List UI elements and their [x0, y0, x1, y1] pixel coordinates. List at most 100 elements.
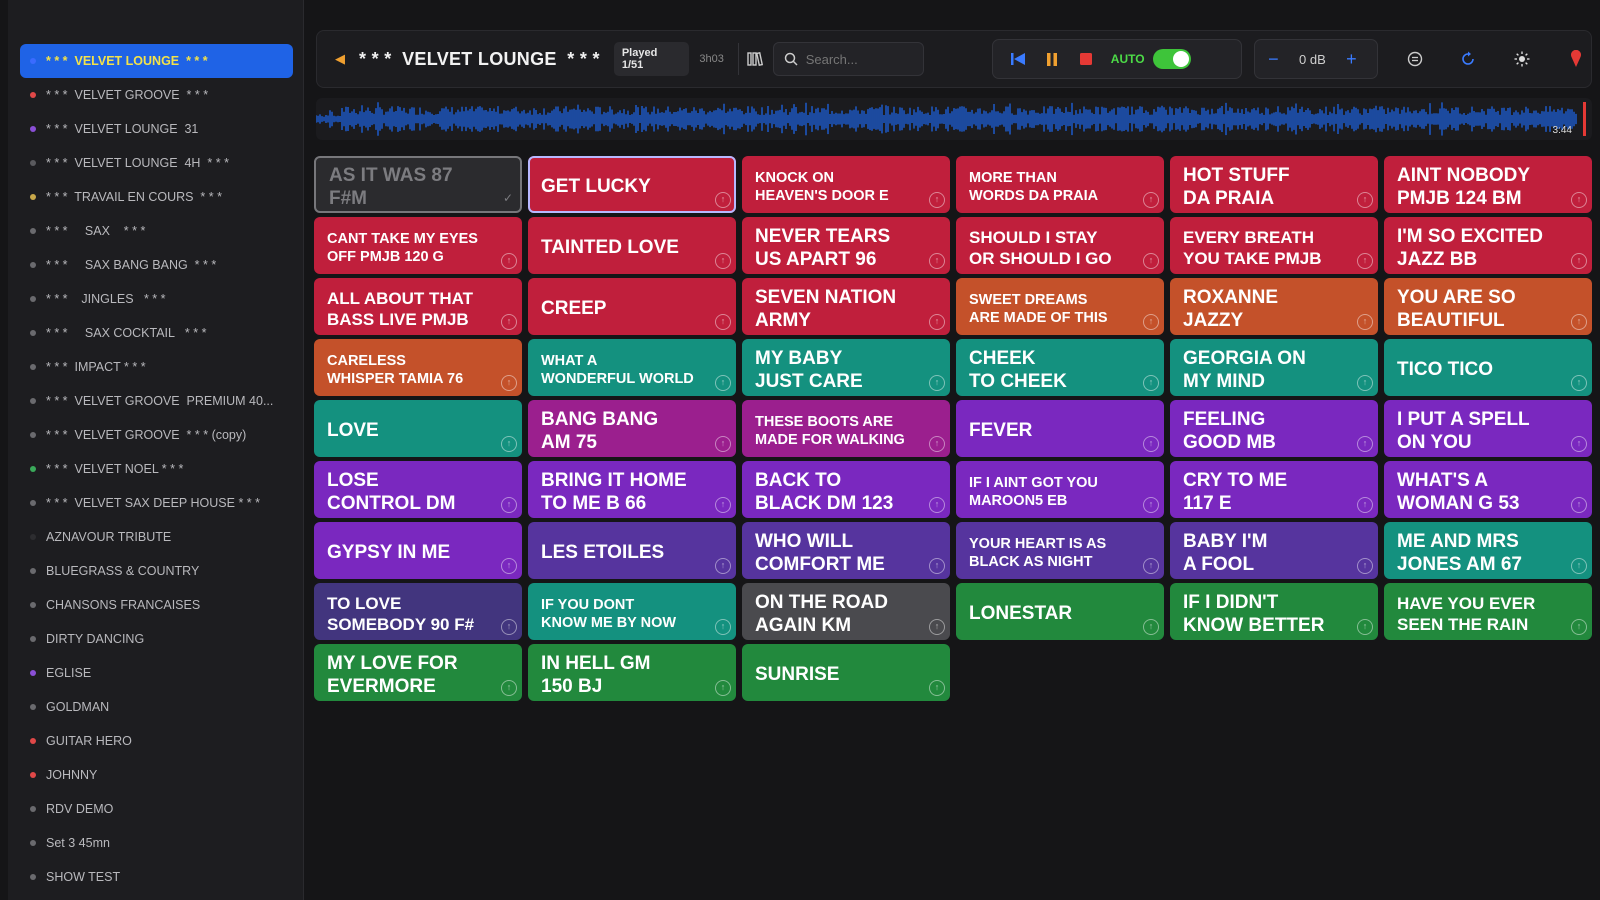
upload-icon[interactable]: ↑: [1143, 253, 1159, 269]
upload-icon[interactable]: ↑: [715, 558, 731, 574]
track-tile[interactable]: MORE THAN WORDS DA PRAIA ↑: [956, 156, 1164, 213]
upload-icon[interactable]: ↑: [1571, 436, 1587, 452]
upload-icon[interactable]: ↑: [929, 619, 945, 635]
track-tile[interactable]: GYPSY IN ME ↑: [314, 522, 522, 579]
track-tile[interactable]: SWEET DREAMS ARE MADE OF THIS ↑: [956, 278, 1164, 335]
upload-icon[interactable]: ↑: [1357, 192, 1373, 208]
sidebar-playlist-item[interactable]: * * * SAX BANG BANG * * *: [20, 248, 293, 282]
waveform[interactable]: 3:44: [316, 98, 1592, 140]
upload-icon[interactable]: ↑: [501, 436, 517, 452]
sidebar-playlist-item[interactable]: * * * VELVET LOUNGE 4H * * *: [20, 146, 293, 180]
track-tile[interactable]: TICO TICO ↑: [1384, 339, 1592, 396]
theme-button[interactable]: [1507, 44, 1537, 74]
track-tile[interactable]: IF YOU DONT KNOW ME BY NOW ↑: [528, 583, 736, 640]
track-tile[interactable]: CREEP ↑: [528, 278, 736, 335]
upload-icon[interactable]: ↑: [1357, 497, 1373, 513]
upload-icon[interactable]: ↑: [501, 619, 517, 635]
track-tile[interactable]: FEELING GOOD MB ↑: [1170, 400, 1378, 457]
upload-icon[interactable]: ↑: [1571, 253, 1587, 269]
upload-icon[interactable]: ↑: [1571, 558, 1587, 574]
upload-icon[interactable]: ↑: [1571, 497, 1587, 513]
sidebar-playlist-item[interactable]: BLUEGRASS & COUNTRY: [20, 554, 293, 588]
track-tile[interactable]: I'M SO EXCITED JAZZ BB ↑: [1384, 217, 1592, 274]
track-tile[interactable]: LONESTAR ↑: [956, 583, 1164, 640]
track-tile[interactable]: TO LOVE SOMEBODY 90 F# ↑: [314, 583, 522, 640]
upload-icon[interactable]: ↑: [1357, 436, 1373, 452]
track-tile[interactable]: GET LUCKY ↑: [528, 156, 736, 213]
upload-icon[interactable]: ↑: [1143, 619, 1159, 635]
track-tile[interactable]: HAVE YOU EVER SEEN THE RAIN ↑: [1384, 583, 1592, 640]
sidebar-playlist-item[interactable]: EGLISE: [20, 656, 293, 690]
sidebar-playlist-item[interactable]: * * * SAX * * *: [20, 214, 293, 248]
upload-icon[interactable]: ↑: [929, 375, 945, 391]
sidebar-playlist-item[interactable]: CHANSONS FRANCAISES: [20, 588, 293, 622]
track-tile[interactable]: NEVER TEARS US APART 96 ↑: [742, 217, 950, 274]
track-tile[interactable]: MY BABY JUST CARE ↑: [742, 339, 950, 396]
sidebar-playlist-item[interactable]: * * * IMPACT * * *: [20, 350, 293, 384]
sidebar-playlist-item[interactable]: * * * VELVET GROOVE PREMIUM 40...: [20, 384, 293, 418]
track-tile[interactable]: WHAT A WONDERFUL WORLD ↑: [528, 339, 736, 396]
upload-icon[interactable]: ↑: [929, 253, 945, 269]
track-tile[interactable]: ROXANNE JAZZY ↑: [1170, 278, 1378, 335]
upload-icon[interactable]: ↑: [1571, 192, 1587, 208]
sidebar-playlist-item[interactable]: * * * VELVET LOUNGE 31: [20, 112, 293, 146]
upload-icon[interactable]: ↑: [501, 558, 517, 574]
upload-icon[interactable]: ↑: [501, 497, 517, 513]
volume-up-button[interactable]: +: [1337, 44, 1365, 74]
track-tile[interactable]: BANG BANG AM 75 ↑: [528, 400, 736, 457]
track-tile[interactable]: TAINTED LOVE ↑: [528, 217, 736, 274]
back-arrow-icon[interactable]: ◀: [335, 51, 345, 67]
upload-icon[interactable]: ↑: [929, 558, 945, 574]
sidebar-playlist-item[interactable]: * * * VELVET NOEL * * *: [20, 452, 293, 486]
track-tile[interactable]: ON THE ROAD AGAIN KM ↑: [742, 583, 950, 640]
upload-icon[interactable]: ↑: [715, 497, 731, 513]
upload-icon[interactable]: ↑: [929, 436, 945, 452]
track-tile[interactable]: AS IT WAS 87 F#M ✓: [314, 156, 522, 213]
sidebar-playlist-item[interactable]: JOHNNY: [20, 758, 293, 792]
track-tile[interactable]: BABY I'M A FOOL ↑: [1170, 522, 1378, 579]
previous-track-button[interactable]: [1001, 44, 1035, 74]
checkmark-icon[interactable]: ✓: [501, 192, 515, 206]
track-tile[interactable]: CHEEK TO CHEEK ↑: [956, 339, 1164, 396]
upload-icon[interactable]: ↑: [715, 680, 731, 696]
track-tile[interactable]: IF I DIDN'T KNOW BETTER ↑: [1170, 583, 1378, 640]
upload-icon[interactable]: ↑: [1571, 619, 1587, 635]
sidebar-playlist-item[interactable]: RDV DEMO: [20, 792, 293, 826]
playhead-cursor[interactable]: [1583, 102, 1586, 136]
sidebar-playlist-item[interactable]: * * * VELVET GROOVE * * * (copy): [20, 418, 293, 452]
upload-icon[interactable]: ↑: [1143, 314, 1159, 330]
track-tile[interactable]: WHAT'S A WOMAN G 53 ↑: [1384, 461, 1592, 518]
track-tile[interactable]: BRING IT HOME TO ME B 66 ↑: [528, 461, 736, 518]
track-tile[interactable]: SEVEN NATION ARMY ↑: [742, 278, 950, 335]
upload-icon[interactable]: ↑: [1357, 314, 1373, 330]
track-tile[interactable]: IF I AINT GOT YOU MAROON5 EB ↑: [956, 461, 1164, 518]
track-tile[interactable]: LOSE CONTROL DM ↑: [314, 461, 522, 518]
upload-icon[interactable]: ↑: [929, 680, 945, 696]
search-input[interactable]: [803, 50, 908, 68]
track-tile[interactable]: LOVE ↑: [314, 400, 522, 457]
upload-icon[interactable]: ↑: [1571, 375, 1587, 391]
upload-icon[interactable]: ↑: [715, 619, 731, 635]
track-tile[interactable]: GEORGIA ON MY MIND ↑: [1170, 339, 1378, 396]
library-button[interactable]: [737, 43, 773, 75]
auto-toggle[interactable]: [1152, 49, 1191, 69]
upload-icon[interactable]: ↑: [1143, 558, 1159, 574]
upload-icon[interactable]: ↑: [1143, 436, 1159, 452]
sidebar-playlist-item[interactable]: * * * TRAVAIL EN COURS * * *: [20, 180, 293, 214]
track-tile[interactable]: BACK TO BLACK DM 123 ↑: [742, 461, 950, 518]
track-tile[interactable]: CANT TAKE MY EYES OFF PMJB 120 G ↑: [314, 217, 522, 274]
sidebar-playlist-item[interactable]: AZNAVOUR TRIBUTE: [20, 520, 293, 554]
track-tile[interactable]: YOU ARE SO BEAUTIFUL ↑: [1384, 278, 1592, 335]
pause-button[interactable]: [1035, 44, 1069, 74]
sidebar-playlist-item[interactable]: Set 3 45mn: [20, 826, 293, 860]
track-tile[interactable]: MY LOVE FOR EVERMORE ↑: [314, 644, 522, 701]
upload-icon[interactable]: ↑: [929, 192, 945, 208]
upload-icon[interactable]: ↑: [929, 314, 945, 330]
repeat-button[interactable]: [1454, 44, 1484, 74]
sidebar-playlist-item[interactable]: DIRTY DANCING: [20, 622, 293, 656]
upload-icon[interactable]: ↑: [715, 436, 731, 452]
upload-icon[interactable]: ↑: [1357, 619, 1373, 635]
upload-icon[interactable]: ↑: [1143, 375, 1159, 391]
track-tile[interactable]: LES ETOILES ↑: [528, 522, 736, 579]
sidebar-playlist-item[interactable]: * * * JINGLES * * *: [20, 282, 293, 316]
